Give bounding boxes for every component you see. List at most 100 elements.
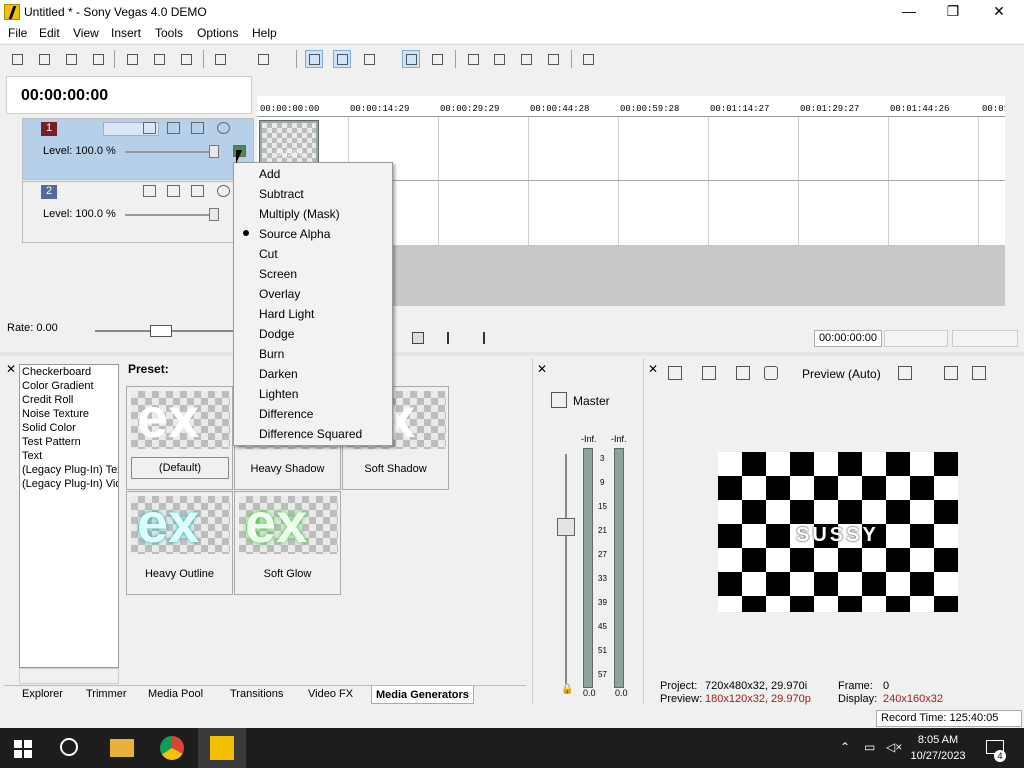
mute-icon[interactable]	[217, 185, 230, 197]
preview-quality-icon[interactable]	[764, 366, 778, 380]
chrome-icon[interactable]	[160, 736, 184, 760]
menu-item-burn[interactable]: Burn	[259, 344, 284, 364]
list-item[interactable]: Checkerboard	[22, 366, 118, 378]
copy-snapshot-icon[interactable]	[944, 366, 958, 380]
level-slider-thumb[interactable]	[209, 208, 219, 221]
close-panel-icon[interactable]: ✕	[6, 362, 16, 376]
level-slider-thumb[interactable]	[209, 145, 219, 158]
menu-view[interactable]: View	[73, 26, 99, 40]
lock-envelopes-icon[interactable]	[490, 50, 508, 68]
menu-item-difference-squared[interactable]: Difference Squared	[259, 424, 362, 444]
go-to-end-icon[interactable]	[473, 332, 485, 344]
menu-item-dodge[interactable]: Dodge	[259, 324, 294, 344]
list-item[interactable]: Text	[22, 450, 118, 462]
preset-default[interactable]: ex (Default)	[126, 386, 233, 490]
close-button[interactable]: ✕	[976, 0, 1022, 24]
preview-properties-icon[interactable]	[668, 366, 682, 380]
timeline-ruler[interactable]: 00:00:00:00 00:00:14:29 00:00:29:29 00:0…	[257, 96, 1009, 117]
expand-track-icon[interactable]	[191, 185, 204, 197]
menu-item-darken[interactable]: Darken	[259, 364, 298, 384]
open-icon[interactable]	[35, 50, 53, 68]
menu-item-lighten[interactable]: Lighten	[259, 384, 298, 404]
menu-options[interactable]: Options	[197, 26, 238, 40]
generator-list-scrollbar[interactable]	[19, 668, 119, 684]
go-to-start-icon[interactable]	[447, 332, 459, 344]
taskbar-clock[interactable]: 8:05 AM 10/27/2023	[906, 732, 970, 764]
ignore-grouping-icon[interactable]	[517, 50, 535, 68]
panel-splitter[interactable]	[0, 352, 1024, 356]
maximize-button[interactable]: ❐	[930, 0, 976, 24]
save-snapshot-icon[interactable]	[972, 366, 986, 380]
rate-slider-thumb[interactable]	[150, 325, 172, 337]
tab-media-generators[interactable]: Media Generators	[371, 686, 474, 704]
menu-insert[interactable]: Insert	[111, 26, 141, 40]
tab-explorer[interactable]: Explorer	[22, 688, 63, 700]
cut-icon[interactable]	[123, 50, 141, 68]
list-item[interactable]: Credit Roll	[22, 394, 118, 406]
tab-trimmer[interactable]: Trimmer	[86, 688, 127, 700]
save-icon[interactable]	[62, 50, 80, 68]
mute-icon[interactable]	[217, 122, 230, 134]
menu-item-add[interactable]: Add	[259, 164, 280, 184]
search-icon[interactable]	[60, 738, 78, 756]
zoom-tool-icon[interactable]	[544, 50, 562, 68]
track-motion-icon[interactable]	[167, 185, 180, 197]
list-item[interactable]: (Legacy Plug-In) Tex	[22, 464, 118, 476]
master-fader-thumb[interactable]	[557, 518, 575, 536]
selection-tool-icon[interactable]	[360, 50, 378, 68]
menu-item-overlay[interactable]: Overlay	[259, 284, 300, 304]
auto-crossfade-icon[interactable]	[428, 50, 446, 68]
list-item[interactable]: Color Gradient	[22, 380, 118, 392]
volume-muted-icon[interactable]: ◁×	[886, 740, 902, 754]
file-explorer-icon[interactable]	[110, 739, 134, 757]
menu-item-multiply-mask[interactable]: Multiply (Mask)	[259, 204, 340, 224]
video-track-2-header[interactable]: 2 Level: 100.0 %	[22, 181, 254, 243]
minimize-button[interactable]: —	[886, 0, 932, 24]
menu-tools[interactable]: Tools	[155, 26, 183, 40]
master-fader-track[interactable]	[565, 454, 567, 684]
paste-icon[interactable]	[177, 50, 195, 68]
lock-icon[interactable]: 🔒	[561, 684, 573, 695]
menu-item-hard-light[interactable]: Hard Light	[259, 304, 314, 324]
show-hidden-icons-chevron-icon[interactable]: ⌃	[840, 740, 850, 754]
auto-ripple-icon[interactable]	[464, 50, 482, 68]
preview-quality-dropdown[interactable]: Preview (Auto)	[802, 367, 881, 381]
menu-file[interactable]: File	[8, 26, 27, 40]
menu-item-cut[interactable]: Cut	[259, 244, 278, 264]
menu-edit[interactable]: Edit	[39, 26, 60, 40]
stop-icon[interactable]	[412, 332, 424, 344]
menu-item-screen[interactable]: Screen	[259, 264, 297, 284]
preview-device-icon[interactable]	[702, 366, 716, 380]
timeline-vertical-scrollbar[interactable]	[1005, 70, 1022, 306]
undo-icon[interactable]	[211, 50, 229, 68]
track-fx-icon[interactable]	[143, 122, 156, 134]
close-panel-icon[interactable]: ✕	[537, 362, 547, 376]
redo-icon[interactable]	[254, 50, 272, 68]
list-item[interactable]: (Legacy Plug-In) Vide	[22, 478, 118, 490]
generator-list[interactable]: Checkerboard Color Gradient Credit Roll …	[19, 364, 119, 668]
new-icon[interactable]	[8, 50, 26, 68]
tab-video-fx[interactable]: Video FX	[308, 688, 353, 700]
overlays-grid-icon[interactable]	[898, 366, 912, 380]
menu-item-subtract[interactable]: Subtract	[259, 184, 304, 204]
level-slider-track[interactable]	[125, 151, 219, 153]
snapping-icon[interactable]	[402, 50, 420, 68]
video-track-1-header[interactable]: 1 Level: 100.0 %	[22, 118, 254, 180]
normal-edit-tool-icon[interactable]	[305, 50, 323, 68]
preset-heavy-outline[interactable]: ex Heavy Outline	[126, 491, 233, 595]
preset-soft-glow[interactable]: ex Soft Glow	[234, 491, 341, 595]
menu-help[interactable]: Help	[252, 26, 277, 40]
expand-track-icon[interactable]	[191, 122, 204, 134]
envelope-tool-icon[interactable]	[333, 50, 351, 68]
properties-icon[interactable]	[89, 50, 107, 68]
network-icon[interactable]: ▭	[864, 740, 875, 754]
whats-this-help-icon[interactable]	[579, 50, 597, 68]
track-motion-icon[interactable]	[167, 122, 180, 134]
list-item[interactable]: Solid Color	[22, 422, 118, 434]
windows-start-icon[interactable]	[14, 740, 32, 758]
menu-item-source-alpha[interactable]: Source Alpha	[259, 224, 330, 244]
list-item[interactable]: Test Pattern	[22, 436, 118, 448]
level-slider-track[interactable]	[125, 214, 219, 216]
track-fx-icon[interactable]	[143, 185, 156, 197]
copy-icon[interactable]	[150, 50, 168, 68]
